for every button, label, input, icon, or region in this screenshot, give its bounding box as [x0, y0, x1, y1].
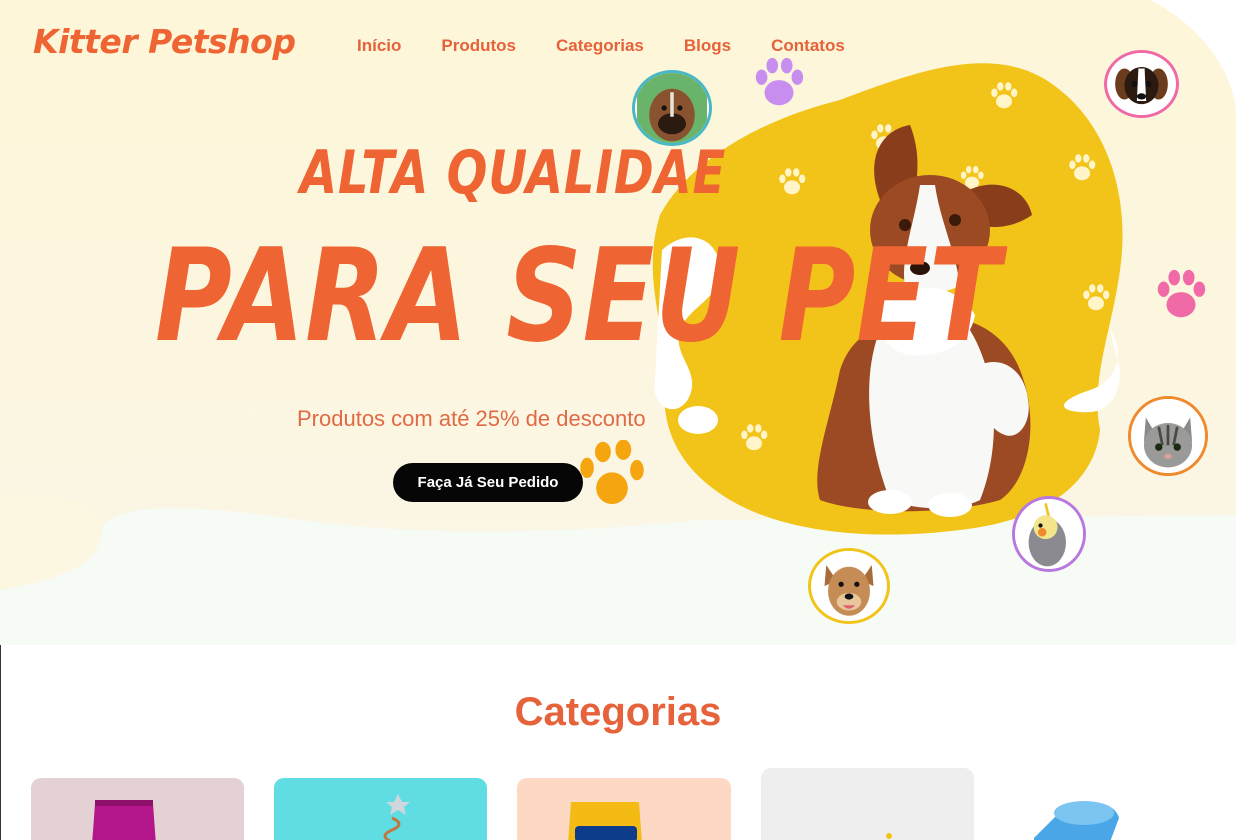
category-card[interactable]	[517, 778, 731, 840]
nav-link-inicio[interactable]: Início	[357, 36, 401, 56]
nav-link-contatos[interactable]: Contatos	[771, 36, 845, 56]
paw-print-icon	[580, 440, 644, 505]
main-nav: Início Produtos Categorias Blogs Contato…	[357, 36, 845, 56]
categories-title: Categorias	[514, 690, 722, 734]
page: Kitter Petshop Início Produtos Categoria…	[0, 0, 1236, 840]
avatar-kitten	[1128, 396, 1208, 476]
pet-bowl-image	[1034, 801, 1119, 840]
paw-print-icon	[755, 57, 804, 106]
hero-section: Kitter Petshop Início Produtos Categoria…	[0, 0, 1236, 645]
category-card[interactable]	[1004, 778, 1217, 840]
dog-food-bag-image	[568, 802, 642, 840]
cat-toy-image	[383, 794, 410, 840]
avatar-cockatiel	[1012, 496, 1086, 572]
accessory-image	[886, 833, 892, 839]
avatar-happy-dog	[808, 548, 890, 624]
category-card[interactable]	[31, 778, 244, 840]
paw-print-icon	[1157, 269, 1206, 318]
nav-link-categorias[interactable]: Categorias	[556, 36, 644, 56]
category-card[interactable]	[274, 778, 487, 840]
product-bag-image	[92, 800, 156, 840]
avatar-boxer-dog	[632, 70, 712, 146]
paw-print-icon	[1083, 284, 1110, 311]
nav-link-produtos[interactable]: Produtos	[441, 36, 516, 56]
hero-subtitle: Produtos com até 25% de desconto	[297, 406, 646, 431]
hero-headline-line2: PARA SEU PET	[155, 222, 1002, 371]
order-now-button[interactable]: Faça Já Seu Pedido	[393, 463, 583, 502]
paw-print-icon	[1069, 154, 1096, 181]
hero-headline-line1: ALTA QUALIDAE	[300, 138, 727, 208]
category-card[interactable]	[761, 768, 974, 840]
paw-print-icon	[991, 82, 1018, 109]
avatar-puppy	[1104, 50, 1179, 118]
nav-link-blogs[interactable]: Blogs	[684, 36, 731, 56]
site-logo[interactable]: Kitter Petshop	[33, 22, 296, 61]
paw-print-icon	[741, 424, 768, 451]
